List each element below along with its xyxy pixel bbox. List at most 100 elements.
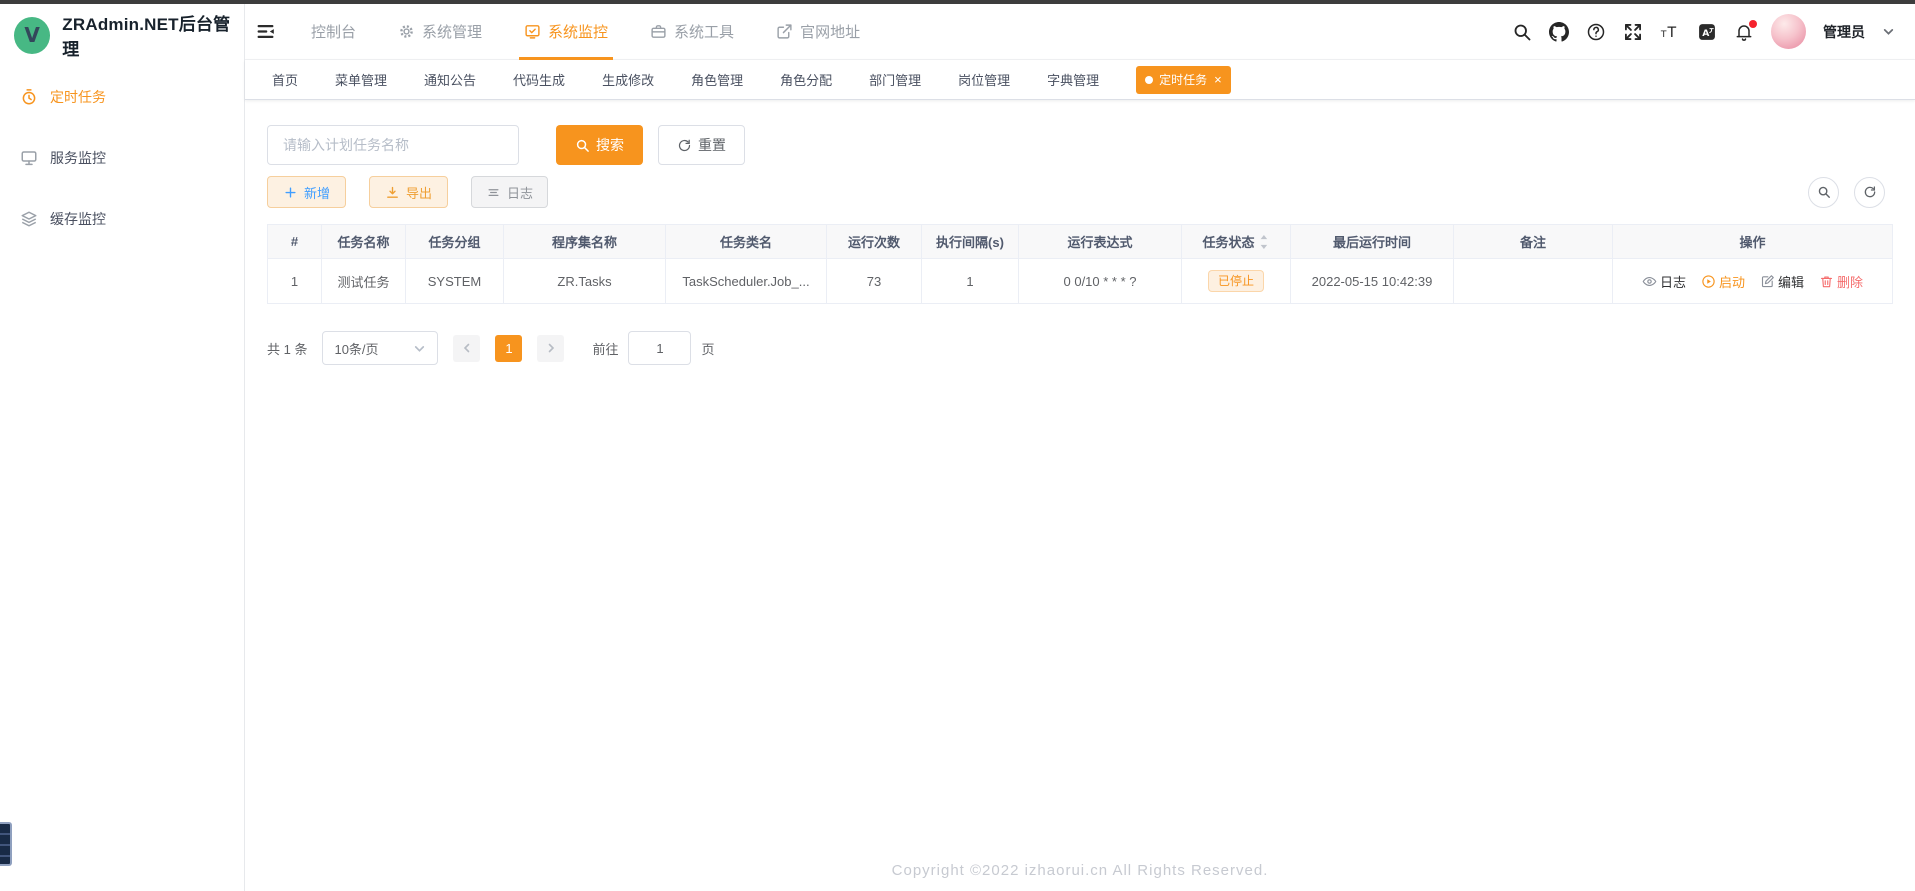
tab-post-management[interactable]: 岗位管理	[958, 70, 1010, 89]
active-tab-dot-icon	[1145, 76, 1153, 84]
trash-icon	[1819, 274, 1834, 289]
edit-icon	[1760, 274, 1775, 289]
row-edit-label: 编辑	[1778, 272, 1804, 291]
prev-page-button[interactable]	[453, 335, 480, 362]
nav-label: 系统工具	[674, 21, 734, 42]
search-button[interactable]: 搜索	[556, 125, 643, 165]
page-size-select[interactable]: 10条/页	[322, 331, 438, 365]
header-actions: TT A 管理员	[1512, 14, 1895, 49]
tab-home[interactable]: 首页	[272, 70, 298, 89]
nav-item-system-tools[interactable]: 系统工具	[629, 4, 755, 59]
col-class: 任务类名	[666, 225, 827, 259]
col-actions: 操作	[1613, 225, 1893, 259]
copyright: Copyright ©2022 izhaorui.cn All Rights R…	[267, 852, 1893, 891]
menu-collapse-icon[interactable]	[255, 21, 276, 42]
tab-role-management[interactable]: 角色管理	[691, 70, 743, 89]
chevron-down-icon[interactable]	[1882, 25, 1895, 38]
search-icon[interactable]	[1512, 22, 1532, 42]
col-interval: 执行间隔(s)	[922, 225, 1019, 259]
row-start-link[interactable]: 启动	[1701, 272, 1745, 291]
monitor-check-icon	[524, 23, 541, 40]
chevron-down-icon	[413, 342, 426, 355]
sidebar-item-cache-monitor[interactable]: 缓存监控	[0, 188, 244, 249]
tasks-table: # 任务名称 任务分组 程序集名称 任务类名 运行次数 执行间隔(s) 运行表达…	[267, 224, 1893, 304]
tab-scheduled-tasks-active[interactable]: 定时任务 ×	[1136, 66, 1231, 94]
next-page-button[interactable]	[537, 335, 564, 362]
tab-notice[interactable]: 通知公告	[424, 70, 476, 89]
nav-label: 系统监控	[548, 21, 608, 42]
logo-icon: V	[14, 17, 50, 54]
sidebar-menu: 定时任务 服务监控 缓存监控	[0, 66, 244, 249]
log-button[interactable]: 日志	[471, 176, 548, 208]
nav-item-website[interactable]: 官网地址	[755, 4, 881, 59]
tab-generation-edit[interactable]: 生成修改	[602, 70, 654, 89]
nav-item-system-management[interactable]: 系统管理	[377, 4, 503, 59]
table-tools	[1808, 177, 1893, 208]
nav-item-console[interactable]: 控制台	[290, 4, 377, 59]
help-icon[interactable]	[1586, 22, 1606, 42]
status-sort-header[interactable]: 任务状态	[1202, 232, 1269, 251]
nav-item-system-monitor[interactable]: 系统监控	[503, 4, 629, 59]
row-delete-link[interactable]: 删除	[1819, 272, 1863, 291]
add-button[interactable]: 新增	[267, 176, 346, 208]
col-status-label: 任务状态	[1202, 232, 1254, 251]
task-name-input[interactable]	[267, 125, 519, 165]
col-task-group: 任务分组	[406, 225, 504, 259]
bell-icon[interactable]	[1734, 22, 1754, 42]
tab-role-assignment[interactable]: 角色分配	[780, 70, 832, 89]
app-root: V ZRAdmin.NET后台管理 定时任务 服务监控 缓存监控	[0, 4, 1915, 891]
page-content: 搜索 重置 新增	[245, 100, 1915, 891]
cell-interval: 1	[922, 259, 1019, 304]
avatar[interactable]	[1771, 14, 1806, 49]
close-icon[interactable]: ×	[1214, 73, 1222, 86]
col-index: #	[268, 225, 322, 259]
search-icon	[1817, 185, 1831, 199]
goto-label: 前往	[592, 339, 618, 358]
list-icon	[486, 185, 501, 200]
sort-icon[interactable]	[1259, 233, 1270, 251]
cell-class: TaskScheduler.Job_...	[666, 259, 827, 304]
toggle-search-button[interactable]	[1808, 177, 1839, 208]
cell-cron: 0 0/10 * * * ?	[1019, 259, 1182, 304]
sidebar-item-scheduled-tasks[interactable]: 定时任务	[0, 66, 244, 127]
row-log-link[interactable]: 日志	[1642, 272, 1686, 291]
col-status: 任务状态	[1182, 225, 1291, 259]
app-logo[interactable]: V ZRAdmin.NET后台管理	[0, 4, 244, 66]
font-size-icon[interactable]: TT	[1660, 22, 1680, 42]
search-button-label: 搜索	[596, 135, 624, 155]
search-icon	[575, 138, 590, 153]
row-log-label: 日志	[1660, 272, 1686, 291]
user-name[interactable]: 管理员	[1823, 22, 1865, 42]
goto-page: 前往 页	[592, 331, 714, 365]
goto-page-input[interactable]	[628, 331, 691, 365]
row-edit-link[interactable]: 编辑	[1760, 272, 1804, 291]
reset-button[interactable]: 重置	[658, 125, 745, 165]
top-nav: 控制台 系统管理 系统监控	[290, 4, 881, 59]
export-button[interactable]: 导出	[369, 176, 448, 208]
download-icon	[385, 185, 400, 200]
corner-widget	[0, 822, 12, 866]
fullscreen-icon[interactable]	[1623, 22, 1643, 42]
tab-department-management[interactable]: 部门管理	[869, 70, 921, 89]
total-count: 共 1 条	[267, 339, 307, 358]
svg-text:T: T	[1660, 29, 1667, 40]
col-run-count: 运行次数	[827, 225, 922, 259]
gear-icon	[398, 23, 415, 40]
plus-icon	[283, 185, 298, 200]
cell-assembly: ZR.Tasks	[504, 259, 666, 304]
page-number-1[interactable]: 1	[495, 335, 522, 362]
tab-menu-management[interactable]: 菜单管理	[335, 70, 387, 89]
language-icon[interactable]: A	[1697, 22, 1717, 42]
refresh-icon	[1863, 185, 1877, 199]
refresh-table-button[interactable]	[1854, 177, 1885, 208]
sidebar: V ZRAdmin.NET后台管理 定时任务 服务监控 缓存监控	[0, 4, 245, 891]
github-icon[interactable]	[1549, 22, 1569, 42]
sidebar-item-server-monitor[interactable]: 服务监控	[0, 127, 244, 188]
export-button-label: 导出	[406, 183, 432, 202]
play-icon	[1701, 274, 1716, 289]
cell-remark	[1454, 259, 1613, 304]
tab-code-generation[interactable]: 代码生成	[513, 70, 565, 89]
tab-dict-management[interactable]: 字典管理	[1047, 70, 1099, 89]
col-cron: 运行表达式	[1019, 225, 1182, 259]
server-monitor-icon	[20, 149, 38, 167]
